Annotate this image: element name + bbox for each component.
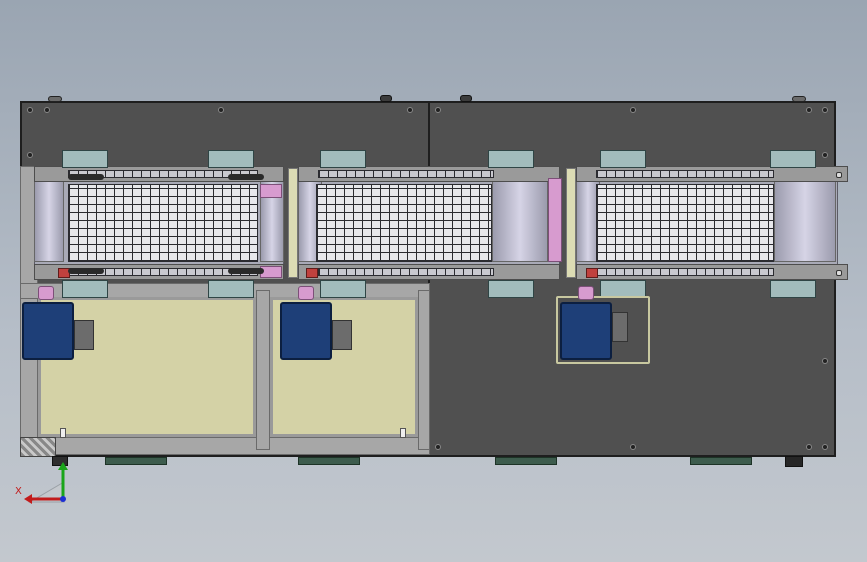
mount-bracket <box>320 150 366 168</box>
frame-rail-bottom <box>20 437 430 455</box>
leveling-foot <box>495 457 557 465</box>
end-cap <box>836 172 842 178</box>
mount-bracket <box>62 150 108 168</box>
end-roller-right <box>492 176 548 262</box>
plate-screw <box>44 107 50 113</box>
mount-bracket <box>770 280 816 298</box>
plate-screw <box>822 358 828 364</box>
top-fitting-3 <box>460 95 472 102</box>
clamp-latch <box>68 268 104 274</box>
conveyor-3[interactable] <box>566 148 848 298</box>
plate-screw <box>407 107 413 113</box>
motor-coupling <box>298 286 314 300</box>
plate-screw <box>435 444 441 450</box>
link-row-top <box>318 170 494 178</box>
z-axis-dot <box>60 496 66 502</box>
transfer-plate <box>566 168 576 278</box>
top-fitting-1 <box>48 96 62 102</box>
drive-motor-1[interactable] <box>22 302 74 360</box>
sensor-block <box>586 268 598 278</box>
clamp-latch <box>228 174 264 180</box>
plate-screw <box>630 444 636 450</box>
top-fitting-4 <box>792 96 806 102</box>
plate-screw <box>822 107 828 113</box>
link-row-top <box>596 170 774 178</box>
plate-screw <box>27 107 33 113</box>
end-roller-right <box>774 176 836 262</box>
motor-coupling <box>578 286 594 300</box>
cad-viewport: X <box>0 0 867 562</box>
plate-screw <box>630 107 636 113</box>
gearbox-3 <box>612 312 628 342</box>
conveyor-1[interactable] <box>28 148 290 298</box>
x-arrow-head <box>24 494 32 504</box>
clamp-latch <box>68 174 104 180</box>
chain-links <box>68 184 258 262</box>
leveling-foot <box>690 457 752 465</box>
tensioner-block <box>260 184 282 198</box>
coordinate-triad <box>24 462 68 504</box>
transfer-plate <box>288 168 298 278</box>
link-row-bottom <box>318 268 494 276</box>
mount-bracket <box>320 280 366 298</box>
end-roller-left <box>34 176 64 262</box>
top-fitting-2 <box>380 95 392 102</box>
conveyor-2[interactable] <box>288 148 568 298</box>
clamp-latch <box>228 268 264 274</box>
mount-bracket <box>488 280 534 298</box>
end-cap <box>836 270 842 276</box>
plate-screw <box>218 107 224 113</box>
gearbox-1 <box>74 320 94 350</box>
leveling-foot <box>298 457 360 465</box>
leveling-foot <box>105 457 167 465</box>
tensioner-block <box>548 178 562 262</box>
plate-screw <box>822 444 828 450</box>
control-box <box>785 456 803 467</box>
frame-corner-block <box>20 437 56 457</box>
chain-links <box>596 184 774 262</box>
gearbox-2 <box>332 320 352 350</box>
motor-coupling <box>38 286 54 300</box>
sensor-block <box>306 268 318 278</box>
frame-post-right <box>418 290 430 450</box>
link-row-bottom <box>596 268 774 276</box>
mount-bracket <box>600 150 646 168</box>
y-arrow-head <box>58 462 68 470</box>
mount-bracket <box>62 280 108 298</box>
mount-bracket <box>770 150 816 168</box>
x-axis-label: X <box>15 486 22 497</box>
cabinet-fitting <box>400 428 406 438</box>
mount-bracket <box>208 280 254 298</box>
drive-motor-2[interactable] <box>280 302 332 360</box>
drive-motor-3[interactable] <box>560 302 612 360</box>
plate-screw <box>806 107 812 113</box>
mount-bracket <box>208 150 254 168</box>
cabinet-fitting <box>60 428 66 438</box>
chain-links <box>316 184 492 262</box>
mount-bracket <box>488 150 534 168</box>
plate-screw <box>806 444 812 450</box>
frame-post-middle <box>256 290 270 450</box>
plate-screw <box>435 107 441 113</box>
